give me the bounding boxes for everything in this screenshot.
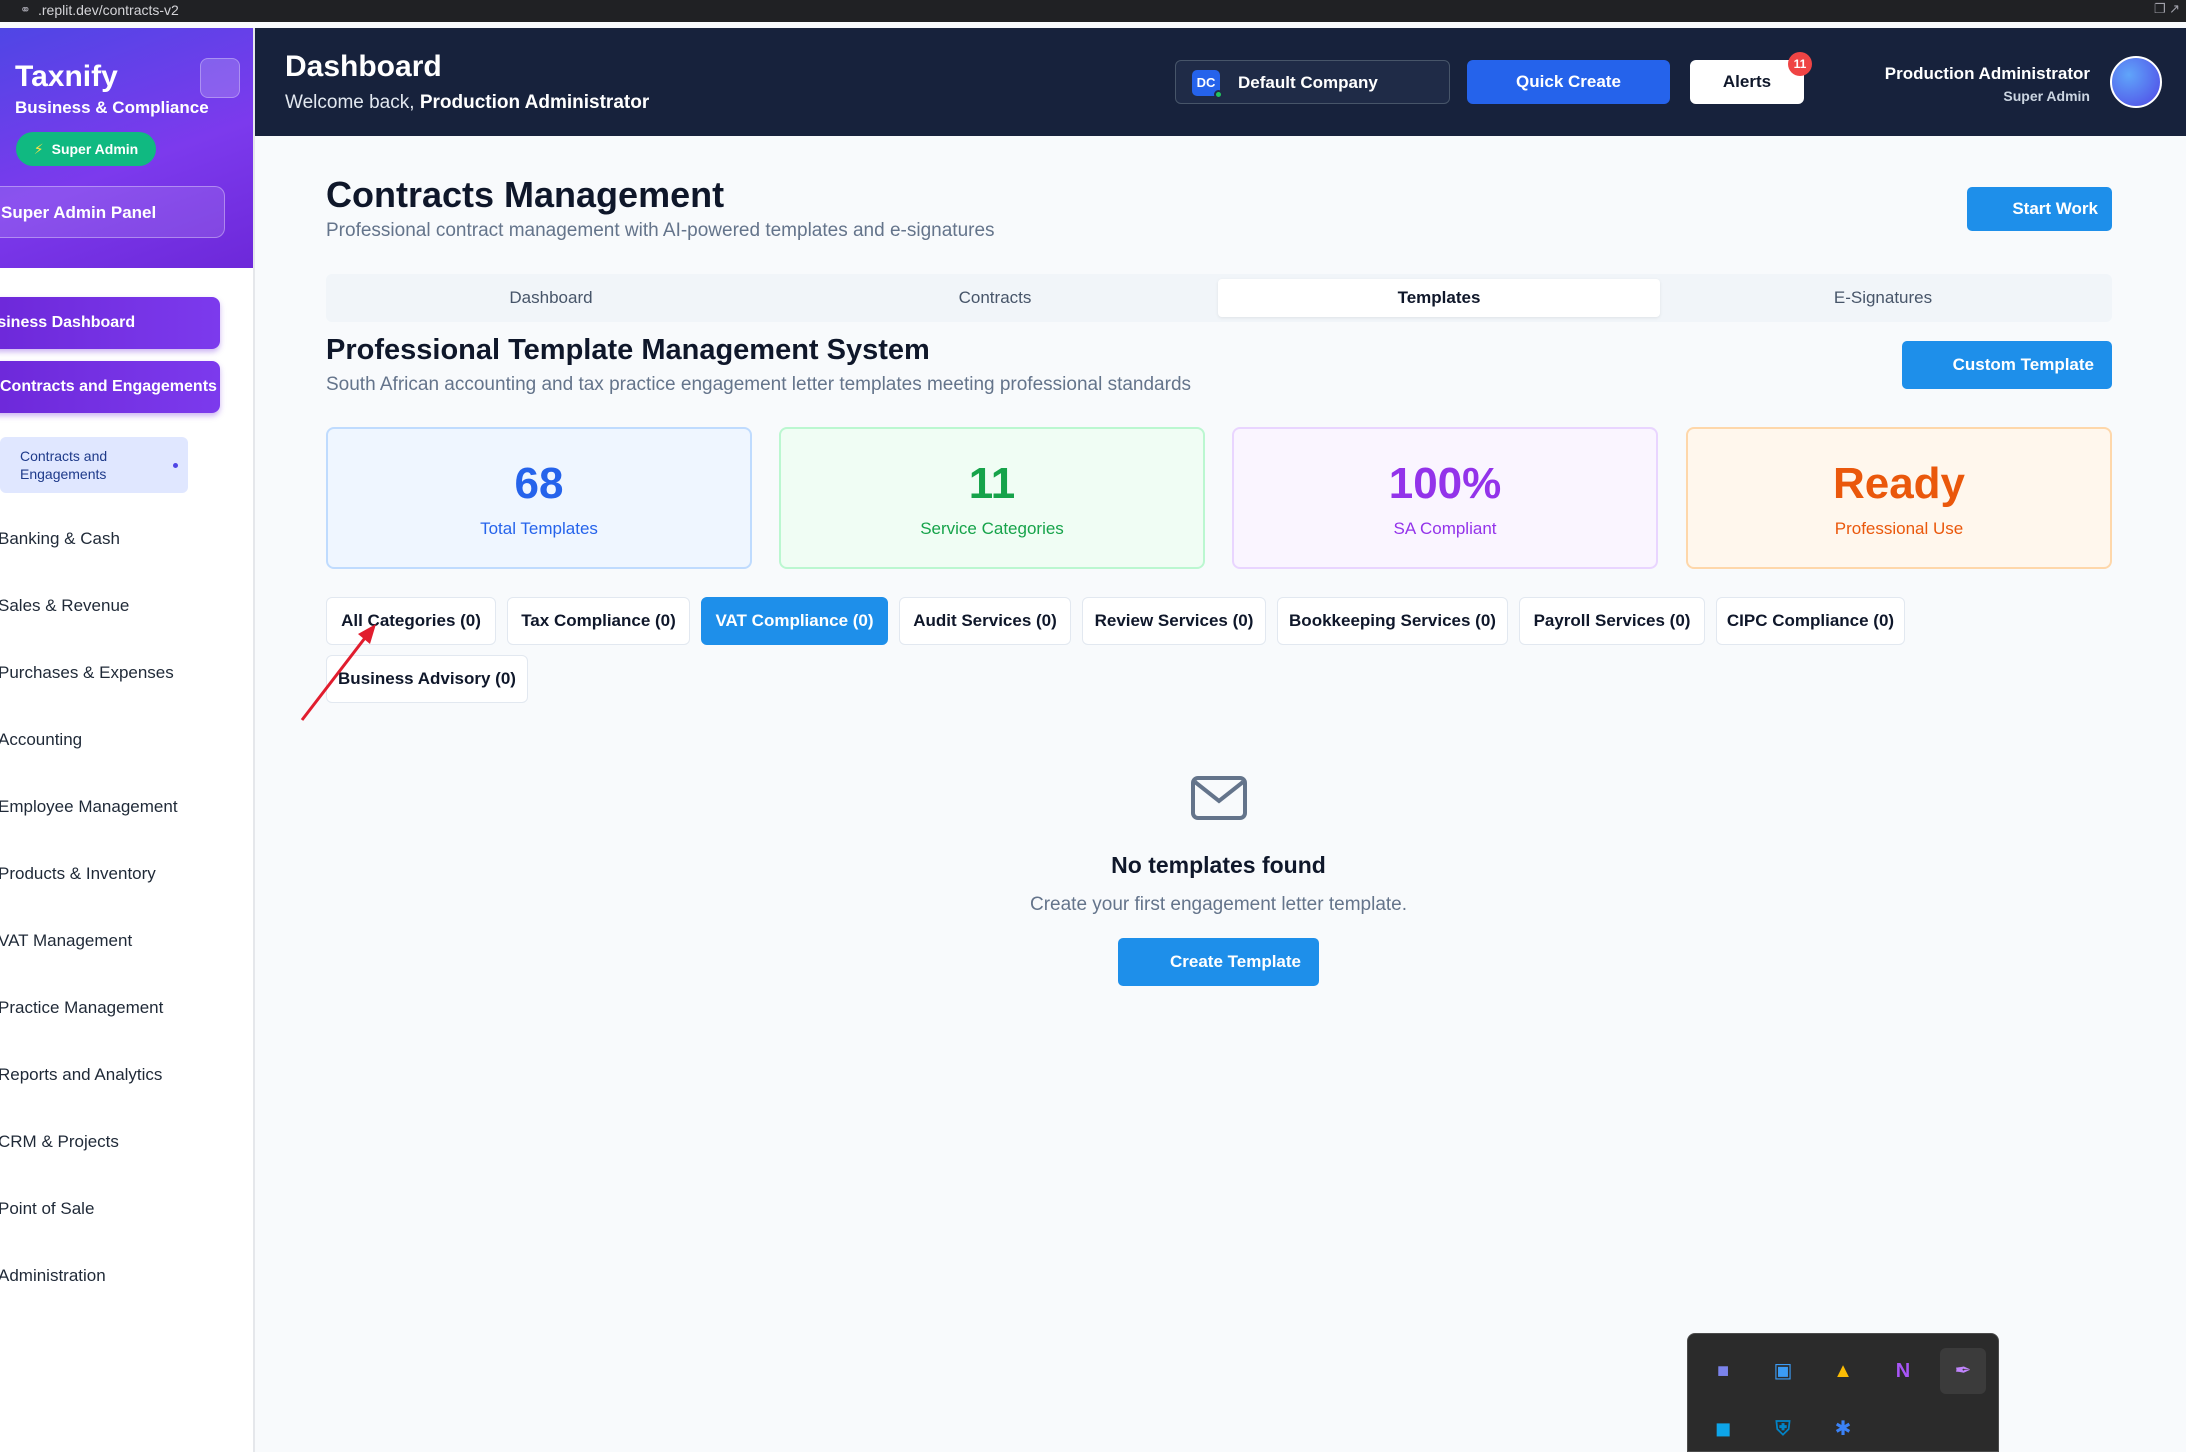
sidebar-item-label: Contracts and Engagements (0, 378, 217, 395)
super-admin-panel-button[interactable]: Super Admin Panel (0, 186, 225, 238)
sidebar-item-practice[interactable]: Practice Management (0, 998, 163, 1018)
sidebar: Taxnify Business & Compliance ⚡ Super Adm… (0, 28, 255, 1452)
stat-label: Total Templates (480, 519, 598, 538)
quick-create-button[interactable]: Quick Create (1467, 60, 1670, 104)
filter-vat-compliance[interactable]: VAT Compliance (0) (701, 597, 888, 645)
sidebar-item-contracts[interactable]: Contracts and Engagements (0, 361, 220, 413)
filter-bookkeeping-services[interactable]: Bookkeeping Services (0) (1277, 597, 1508, 645)
user-avatar[interactable] (2110, 56, 2162, 108)
stat-value: Ready (1832, 459, 1966, 508)
sidebar-item-employees[interactable]: Employee Management (0, 797, 178, 817)
drive-icon[interactable]: ▲ (1820, 1348, 1866, 1394)
mail-icon (1191, 776, 1247, 820)
active-dot-icon (173, 463, 178, 468)
stat-card-total-templates: 68 Total Templates (326, 427, 752, 569)
sidebar-item-accounting[interactable]: Accounting (0, 730, 82, 750)
tab-templates[interactable]: Templates (1218, 279, 1660, 317)
filter-payroll-services[interactable]: Payroll Services (0) (1519, 597, 1705, 645)
super-admin-badge-label: Super Admin (51, 141, 139, 157)
section-subtitle: South African accounting and tax practic… (326, 374, 1192, 395)
online-status-icon (1214, 90, 1223, 99)
window-icon[interactable]: ▣ (1760, 1348, 1806, 1394)
tab-contracts[interactable]: Contracts (774, 279, 1216, 317)
sidebar-item-label: Business Dashboard (0, 314, 136, 331)
tab-dashboard[interactable]: Dashboard (330, 279, 772, 317)
stat-value: 68 (514, 459, 564, 508)
sidebar-item-reports[interactable]: Reports and Analytics (0, 1065, 162, 1085)
tab-e-signatures[interactable]: E-Signatures (1662, 279, 2104, 317)
sidebar-item-business-dashboard[interactable]: Business Dashboard (0, 297, 220, 349)
create-template-button[interactable]: Create Template (1118, 938, 1319, 986)
stat-card-sa-compliant: 100% SA Compliant (1232, 427, 1658, 569)
app-icon[interactable]: ◼ (1700, 1406, 1746, 1452)
sidebar-header: Taxnify Business & Compliance ⚡ Super Adm… (0, 28, 253, 268)
stat-card-ready: Ready Professional Use (1686, 427, 2112, 569)
sidebar-item-crm[interactable]: CRM & Projects (0, 1132, 119, 1152)
onenote-icon[interactable]: N (1880, 1348, 1926, 1394)
bolt-icon: ⚡ (33, 141, 44, 157)
stat-value: 100% (1388, 459, 1502, 508)
alerts-label: Alerts (1722, 72, 1772, 91)
start-work-button[interactable]: Start Work (1967, 187, 2112, 231)
sidebar-item-purchases[interactable]: Purchases & Expenses (0, 663, 174, 683)
sidebar-subitem-label: Contracts and Engagements (20, 448, 108, 482)
page-title: Contracts Management (326, 174, 725, 215)
stat-value: 11 (968, 459, 1016, 508)
header-title: Dashboard (285, 50, 442, 83)
stat-label: Service Categories (920, 519, 1064, 538)
brand-name: Taxnify (15, 60, 118, 93)
teams-icon[interactable]: ■ (1700, 1348, 1746, 1394)
alerts-button[interactable]: Alerts 11 (1690, 52, 1812, 104)
bluetooth-icon[interactable]: ✱ (1820, 1406, 1866, 1452)
welcome-text: Welcome back, Production Administrator (285, 92, 649, 114)
filter-audit-services[interactable]: Audit Services (0) (899, 597, 1071, 645)
system-tray-flyout: ■ ▣ ▲ N ✒ ◼ ⛨ ✱ (1687, 1333, 1999, 1452)
sidebar-item-administration[interactable]: Administration (0, 1266, 106, 1286)
section-title: Professional Template Management System (326, 334, 930, 366)
browser-url[interactable]: .replit.dev/contracts-v2 (38, 2, 179, 18)
sidebar-item-banking[interactable]: Banking & Cash (0, 529, 120, 549)
annotation-arrow-icon (300, 624, 376, 721)
empty-state-title: No templates found (1111, 852, 1326, 878)
filter-review-services[interactable]: Review Services (0) (1082, 597, 1266, 645)
link-icon: ⚭ (20, 2, 31, 17)
custom-template-button[interactable]: Custom Template (1902, 341, 2112, 389)
sidebar-item-vat[interactable]: VAT Management (0, 931, 132, 951)
empty-state-subtitle: Create your first engagement letter temp… (1029, 894, 1408, 915)
welcome-prefix: Welcome back, (285, 92, 415, 113)
browser-window-icons[interactable]: ❐ ↗ (2154, 1, 2180, 17)
user-role: Super Admin (2003, 88, 2090, 104)
filter-cipc-compliance[interactable]: CIPC Compliance (0) (1716, 597, 1905, 645)
filter-tax-compliance[interactable]: Tax Compliance (0) (507, 597, 690, 645)
company-selector[interactable]: DC Default Company (1175, 60, 1450, 104)
company-name: Default Company (1238, 73, 1378, 92)
sidebar-item-pos[interactable]: Point of Sale (0, 1199, 94, 1219)
stat-label: Professional Use (1834, 519, 1964, 538)
pen-icon[interactable]: ✒ (1940, 1348, 1986, 1394)
sidebar-item-sales[interactable]: Sales & Revenue (0, 596, 129, 616)
stat-label: SA Compliant (1393, 519, 1497, 538)
super-admin-badge: ⚡ Super Admin (16, 132, 156, 166)
contracts-tabs: Dashboard Contracts Templates E-Signatur… (326, 274, 2112, 322)
welcome-user: Production Administrator (419, 92, 650, 113)
sidebar-subitem-contracts-engagements[interactable]: Contracts and Engagements (0, 437, 188, 493)
brand-subtitle: Business & Compliance (15, 98, 209, 117)
defender-icon[interactable]: ⛨ (1760, 1406, 1806, 1452)
user-name: Production Administrator (1884, 64, 2090, 83)
stat-card-service-categories: 11 Service Categories (779, 427, 1205, 569)
page-subtitle: Professional contract management with AI… (326, 220, 995, 241)
top-header: Dashboard Welcome back, Production Admin… (255, 28, 2186, 136)
browser-url-bar[interactable]: ⚭ .replit.dev/contracts-v2 ❐ ↗ (0, 0, 2186, 22)
sidebar-toggle-button[interactable] (200, 58, 240, 98)
alerts-count-badge: 11 (1788, 52, 1812, 76)
